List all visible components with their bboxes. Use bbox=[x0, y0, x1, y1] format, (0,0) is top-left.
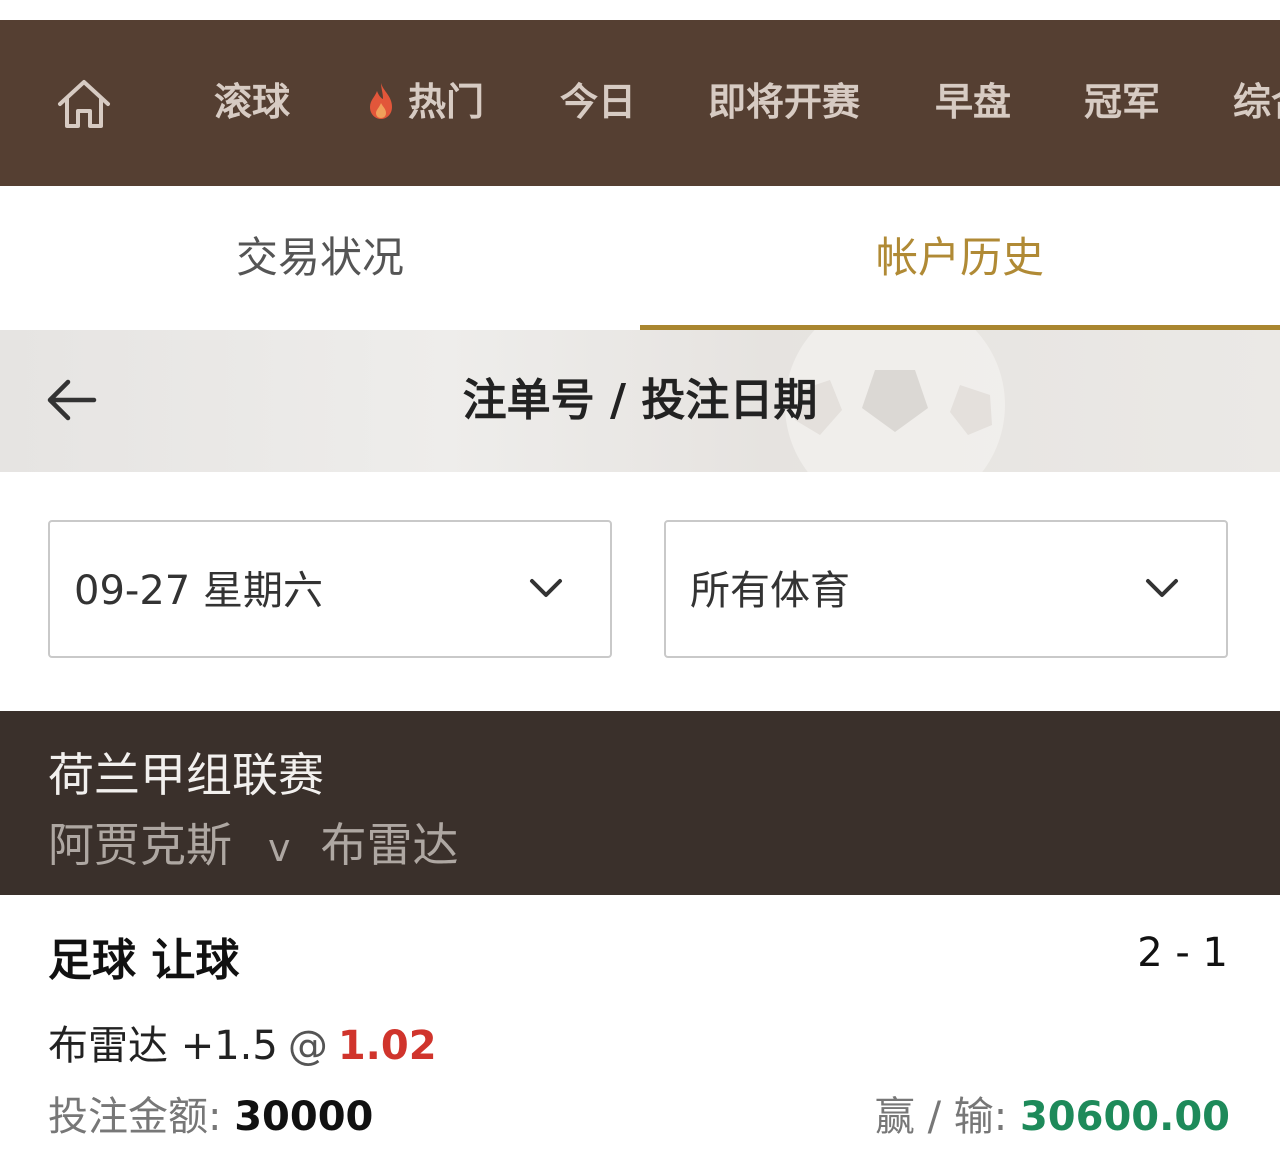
bet-type: 足球 让球 bbox=[48, 935, 240, 986]
tab-account-history[interactable]: 帐户历史 bbox=[640, 186, 1280, 330]
nav-item-label: 热门 bbox=[408, 80, 485, 124]
chevron-down-icon bbox=[530, 579, 562, 597]
chevron-down-icon bbox=[1146, 579, 1178, 597]
sub-header: 注单号 / 投注日期 bbox=[0, 330, 1280, 472]
nav-item-outright[interactable]: 冠军 bbox=[1084, 77, 1160, 127]
top-strip bbox=[0, 0, 1280, 20]
at-symbol: @ bbox=[287, 1023, 328, 1069]
league-header: 荷兰甲组联赛 阿贾克斯 v 布雷达 bbox=[0, 711, 1280, 895]
nav-item-label: 即将开赛 bbox=[708, 80, 861, 124]
away-team: 布雷达 bbox=[320, 818, 459, 872]
flame-icon bbox=[370, 83, 392, 119]
nav-item-today[interactable]: 今日 bbox=[560, 77, 636, 127]
nav-item-early[interactable]: 早盘 bbox=[935, 77, 1011, 127]
sport-select[interactable]: 所有体育 bbox=[664, 520, 1228, 658]
stake-line: 投注金额: 30000 bbox=[48, 1084, 373, 1142]
league-name: 荷兰甲组联赛 bbox=[48, 748, 324, 802]
nav-item-live[interactable]: 滚球 bbox=[214, 77, 290, 127]
page-title: 注单号 / 投注日期 bbox=[462, 375, 818, 426]
stake-label: 投注金额: bbox=[48, 1094, 235, 1140]
stake-value: 30000 bbox=[234, 1094, 374, 1140]
odds-value: 1.02 bbox=[337, 1023, 437, 1069]
match-teams: 阿贾克斯 v 布雷达 bbox=[48, 809, 459, 875]
nav-item-label: 综合 bbox=[1233, 80, 1280, 124]
nav-item-label: 早盘 bbox=[935, 80, 1012, 124]
nav-item-label: 滚球 bbox=[214, 80, 291, 124]
nav-item-combo[interactable]: 综合 bbox=[1233, 77, 1280, 127]
nav-item-upcoming[interactable]: 即将开赛 bbox=[708, 77, 860, 127]
win-loss-label: 赢 / 输: bbox=[874, 1094, 1020, 1140]
nav-item-label: 今日 bbox=[560, 80, 637, 124]
versus-label: v bbox=[268, 826, 291, 870]
bet-selection: 布雷达 +1.5 @1.02 bbox=[48, 1013, 437, 1071]
match-score: 2 - 1 bbox=[1137, 930, 1228, 976]
home-team: 阿贾克斯 bbox=[48, 818, 232, 872]
date-select-value: 09-27 星期六 bbox=[74, 568, 323, 614]
sport-select-value: 所有体育 bbox=[690, 568, 850, 614]
home-icon[interactable] bbox=[56, 78, 112, 130]
win-loss-value: 30600.00 bbox=[1019, 1094, 1230, 1140]
tab-bar: 交易状况 帐户历史 bbox=[0, 186, 1280, 330]
selection-text: 布雷达 +1.5 bbox=[48, 1023, 278, 1069]
top-nav: 滚球 热门 今日 即将开赛 早盘 冠军 综合 bbox=[0, 20, 1280, 186]
nav-item-hot[interactable]: 热门 bbox=[366, 77, 484, 127]
date-select[interactable]: 09-27 星期六 bbox=[48, 520, 612, 658]
nav-item-label: 冠军 bbox=[1084, 80, 1161, 124]
win-loss-line: 赢 / 输: 30600.00 bbox=[875, 1084, 1230, 1142]
tab-trading-status[interactable]: 交易状况 bbox=[0, 186, 640, 330]
